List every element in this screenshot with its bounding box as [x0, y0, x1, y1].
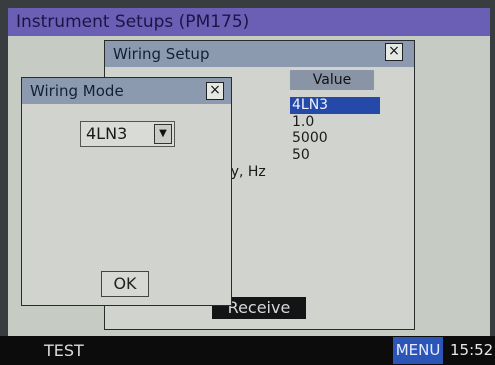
test-label: TEST	[44, 341, 84, 360]
wiring-setup-title: Wiring Setup	[113, 45, 210, 63]
ok-button[interactable]: OK	[101, 271, 149, 297]
chevron-down-icon[interactable]: ▼	[154, 124, 172, 144]
wiring-mode-title-bar: Wiring Mode	[22, 78, 231, 104]
wiring-mode-selected-value: 4LN3	[86, 124, 128, 143]
clock: 15:52	[450, 341, 494, 359]
device-screen: Instrument Setups (PM175) Wiring Setup ×…	[0, 0, 495, 365]
wiring-mode-title: Wiring Mode	[30, 82, 124, 100]
value-list: 4LN3 1.0 5000 50	[290, 97, 380, 163]
wiring-setup-title-bar: Wiring Setup	[105, 41, 414, 67]
menu-button[interactable]: MENU	[393, 337, 443, 364]
app-title: Instrument Setups (PM175)	[16, 12, 250, 32]
wiring-mode-dialog: Wiring Mode × 4LN3 ▼ OK	[21, 77, 232, 306]
value-row[interactable]: 1.0	[290, 114, 380, 131]
wiring-setup-close-button[interactable]: ×	[385, 43, 403, 61]
value-row[interactable]: 5000	[290, 130, 380, 147]
value-row[interactable]: 4LN3	[290, 97, 380, 114]
value-row[interactable]: 50	[290, 147, 380, 164]
wiring-mode-select[interactable]: 4LN3 ▼	[80, 121, 175, 147]
taskbar: TEST MENU 15:52	[0, 336, 495, 365]
value-column-header: Value	[290, 70, 374, 90]
wiring-mode-close-button[interactable]: ×	[206, 82, 224, 100]
app-title-bar: Instrument Setups (PM175)	[8, 8, 490, 36]
